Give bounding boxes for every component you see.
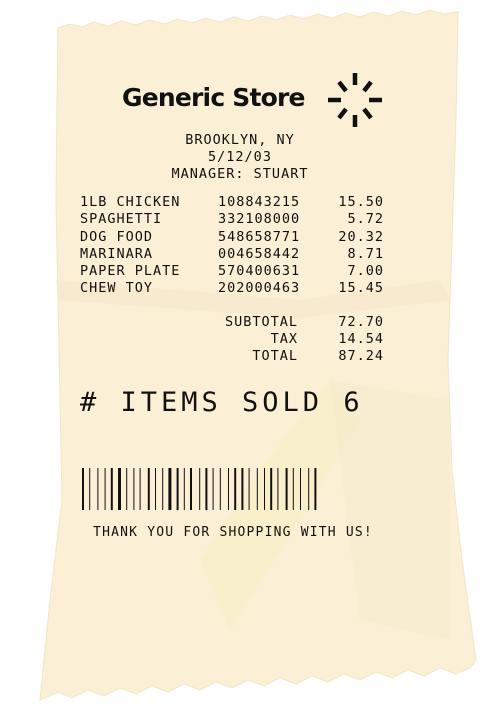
barcode-bar [228,468,229,510]
items-sold-count: # ITEMS SOLD 6 [80,387,364,418]
item-name: PAPER PLATE [80,263,181,280]
item-price: 8.71 [347,245,384,262]
barcode-bar [248,468,250,510]
barcode-bar [168,468,172,510]
item-code: 332108000 [218,211,301,228]
barcode-bar [126,468,128,510]
sunburst-icon [328,73,382,127]
item-row: SPAGHETTI 332108000 5.72 [80,211,384,228]
tax-label: TAX [270,331,298,347]
barcode-bar [133,468,135,510]
barcode-bar [256,468,258,510]
manager-name: MANAGER: STUART [171,166,309,182]
barcode-bar [270,468,273,510]
item-name: SPAGHETTI [80,211,163,228]
total-label: TOTAL [252,348,298,364]
store-location: BROOKLYN, NY [185,132,295,148]
item-row: PAPER PLATE 570400631 7.00 [80,263,384,280]
receipt-date: 5/12/03 [208,149,272,165]
total-row: TOTAL 87.24 [200,348,384,365]
barcode-bar [314,468,317,510]
subtotal-row: SUBTOTAL 72.70 [200,314,384,331]
barcode-bar [234,468,237,510]
item-price: 7.00 [347,263,384,280]
barcode-bar [300,468,301,510]
item-list: 1LB CHICKEN 108843215 15.50 SPAGHETTI 33… [80,194,384,298]
item-price: 20.32 [338,228,384,245]
barcode-bar [308,468,310,510]
barcode-bar [277,468,279,510]
totals-block: SUBTOTAL 72.70 TAX 14.54 TOTAL 87.24 [200,314,384,365]
thank-you-message: THANK YOU FOR SHOPPING WITH US! [93,525,373,540]
item-price: 5.72 [347,211,384,228]
total-value: 87.24 [338,348,384,364]
subtotal-label: SUBTOTAL [224,314,298,330]
barcode-bar [190,468,192,510]
barcode-bar [97,468,99,510]
barcode-bar [212,468,214,510]
barcode-bar [183,468,185,510]
barcode-bar [219,468,221,510]
item-name: DOG FOOD [80,228,154,245]
item-row: MARINARA 004658442 8.71 [80,246,384,263]
barcode-bar [176,468,179,510]
barcode-bar [292,468,294,510]
store-name: Generic Store [122,83,305,112]
barcode-bar [118,468,121,510]
item-code: 548658771 [218,228,301,245]
barcode-bar [110,468,113,510]
barcode-bar [205,468,208,510]
barcode-bar [199,468,201,510]
tax-value: 14.54 [338,331,384,347]
item-row: CHEW TOY 202000463 15.45 [80,280,384,297]
item-code: 004658442 [218,245,301,262]
item-row: DOG FOOD 548658771 20.32 [80,229,384,246]
item-price: 15.45 [338,280,384,297]
barcode-bar [264,468,265,510]
barcode-bar [285,468,288,510]
barcode-bar [241,468,244,510]
item-code: 202000463 [218,280,301,297]
item-row: 1LB CHICKEN 108843215 15.50 [80,194,384,211]
barcode-bar [162,468,164,510]
item-name: 1LB CHICKEN [80,194,181,210]
barcode-bar [147,468,150,510]
item-code: 570400631 [218,263,301,280]
barcode-bar [82,468,84,510]
subtotal-value: 72.70 [338,314,384,330]
barcode-bar [104,468,106,510]
tax-row: TAX 14.54 [200,331,384,348]
item-name: MARINARA [80,245,154,262]
item-name: CHEW TOY [80,280,154,297]
item-code: 108843215 [218,194,301,210]
barcode-bar [139,468,141,510]
barcode-bar [89,468,91,510]
barcode-bar [155,468,156,510]
item-price: 15.50 [338,194,384,210]
barcode [82,468,317,510]
